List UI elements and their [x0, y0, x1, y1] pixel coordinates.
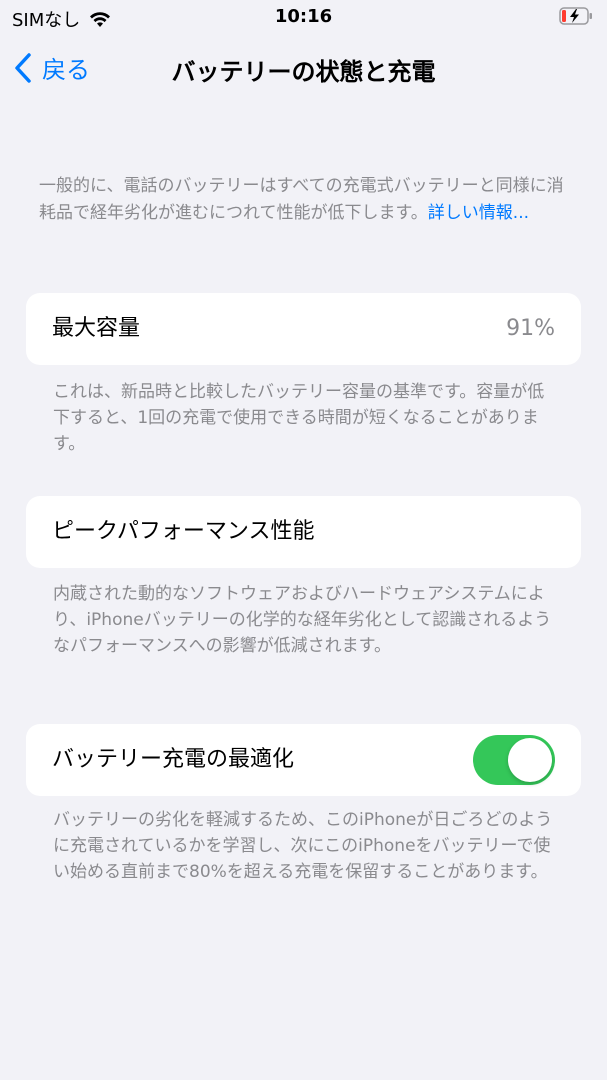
max-capacity-value: 91%: [506, 316, 555, 341]
peak-performance-footnote: 内蔵された動的なソフトウェアおよびハードウェアシステムにより、iPhoneバッテ…: [53, 584, 552, 656]
toggle-knob: [508, 738, 552, 782]
intro-description: 一般的に、電話のバッテリーはすべての充電式バッテリーと同様に消耗品で経年劣化が進…: [39, 173, 569, 227]
battery-charging-icon: [559, 7, 592, 25]
optimized-charging-toggle[interactable]: [473, 735, 555, 785]
max-capacity-row: 最大容量 91%: [26, 293, 581, 365]
peak-performance-row[interactable]: ピークパフォーマンス性能: [26, 496, 581, 568]
status-time: 10:16: [274, 6, 333, 27]
status-bar: SIMなし 10:16: [0, 0, 607, 34]
learn-more-link[interactable]: 詳しい情報...: [428, 203, 529, 223]
optimized-charging-label: バッテリー充電の最適化: [52, 747, 295, 772]
optimized-charging-footnote: バッテリーの劣化を軽減するため、このiPhoneが日ごろどのように充電されている…: [53, 810, 553, 882]
optimized-charging-row: バッテリー充電の最適化: [26, 724, 581, 796]
navigation-bar: 戻る バッテリーの状態と充電: [0, 44, 607, 96]
page-title: バッテリーの状態と充電: [171, 58, 436, 86]
peak-performance-label: ピークパフォーマンス性能: [52, 519, 315, 544]
max-capacity-footnote: これは、新品時と比較したバッテリー容量の基準です。容量が低下すると、1回の充電で…: [53, 382, 545, 454]
max-capacity-label: 最大容量: [52, 316, 141, 341]
